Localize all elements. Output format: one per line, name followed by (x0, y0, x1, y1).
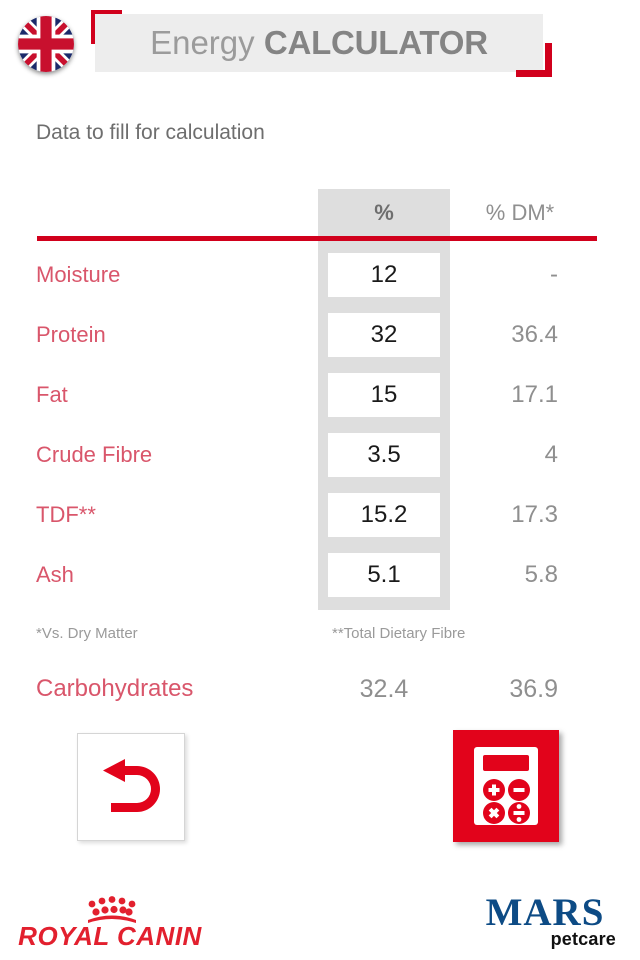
table-row: Protein 32 36.4 (0, 305, 640, 365)
footnote-dry-matter: *Vs. Dry Matter (36, 625, 138, 642)
column-header-percent: % (374, 200, 394, 225)
royal-canin-logo: ROYAL CANIN (10, 890, 210, 951)
carbohydrates-label: Carbohydrates (36, 675, 194, 702)
carbohydrates-row: Carbohydrates 32.4 36.9 (0, 665, 640, 713)
royal-canin-wordmark: ROYAL CANIN (18, 921, 202, 950)
carbohydrates-dm-value: 36.9 (509, 675, 558, 703)
page-title: Energy CALCULATOR (95, 14, 543, 72)
input-moisture[interactable]: 12 (328, 253, 440, 297)
column-header-dry-matter: % DM* (485, 200, 555, 225)
corner-bracket-bottom-right-vertical (545, 43, 552, 77)
input-ash[interactable]: 5.1 (328, 553, 440, 597)
dm-value-ash: 5.8 (524, 561, 558, 588)
dm-value-moisture: - (550, 261, 558, 288)
title-bar: Energy CALCULATOR (95, 14, 543, 72)
petcare-wordmark: petcare (550, 929, 616, 949)
app-header: Energy CALCULATOR (0, 0, 640, 100)
dm-value-protein: 36.4 (511, 321, 558, 348)
page-title-light: Energy (150, 24, 255, 61)
mars-petcare-logo: MARS petcare (460, 891, 630, 950)
table-row: Fat 15 17.1 (0, 365, 640, 425)
calculate-button[interactable] (453, 730, 559, 842)
table-header-divider (37, 236, 597, 241)
carbohydrates-value: 32.4 (359, 675, 409, 703)
uk-flag-icon (18, 16, 74, 72)
calculator-icon (474, 747, 538, 825)
table-row: Crude Fibre 3.5 4 (0, 425, 640, 485)
row-label-fat: Fat (36, 382, 68, 407)
input-crude-fibre[interactable]: 3.5 (328, 433, 440, 477)
table-row: Ash 5.1 5.8 (0, 545, 640, 605)
input-protein[interactable]: 32 (328, 313, 440, 357)
subtitle: Data to fill for calculation (36, 121, 265, 144)
row-label-tdf: TDF** (36, 502, 96, 527)
dm-value-fat: 17.1 (511, 381, 558, 408)
back-button[interactable] (77, 733, 185, 841)
input-tdf[interactable]: 15.2 (328, 493, 440, 537)
footnote-total-dietary-fibre: **Total Dietary Fibre (332, 625, 466, 642)
input-fat[interactable]: 15 (328, 373, 440, 417)
dm-value-crude-fibre: 4 (544, 441, 558, 468)
row-label-ash: Ash (36, 562, 74, 587)
table-row: Moisture 12 - (0, 245, 640, 305)
row-label-crude-fibre: Crude Fibre (36, 442, 153, 467)
table-row: TDF** 15.2 17.3 (0, 485, 640, 545)
row-label-moisture: Moisture (36, 262, 121, 287)
mars-wordmark: MARS (485, 891, 605, 934)
dm-value-tdf: 17.3 (511, 501, 558, 528)
row-label-protein: Protein (36, 322, 106, 347)
page-title-bold: CALCULATOR (263, 24, 488, 61)
back-arrow-icon (103, 759, 160, 812)
